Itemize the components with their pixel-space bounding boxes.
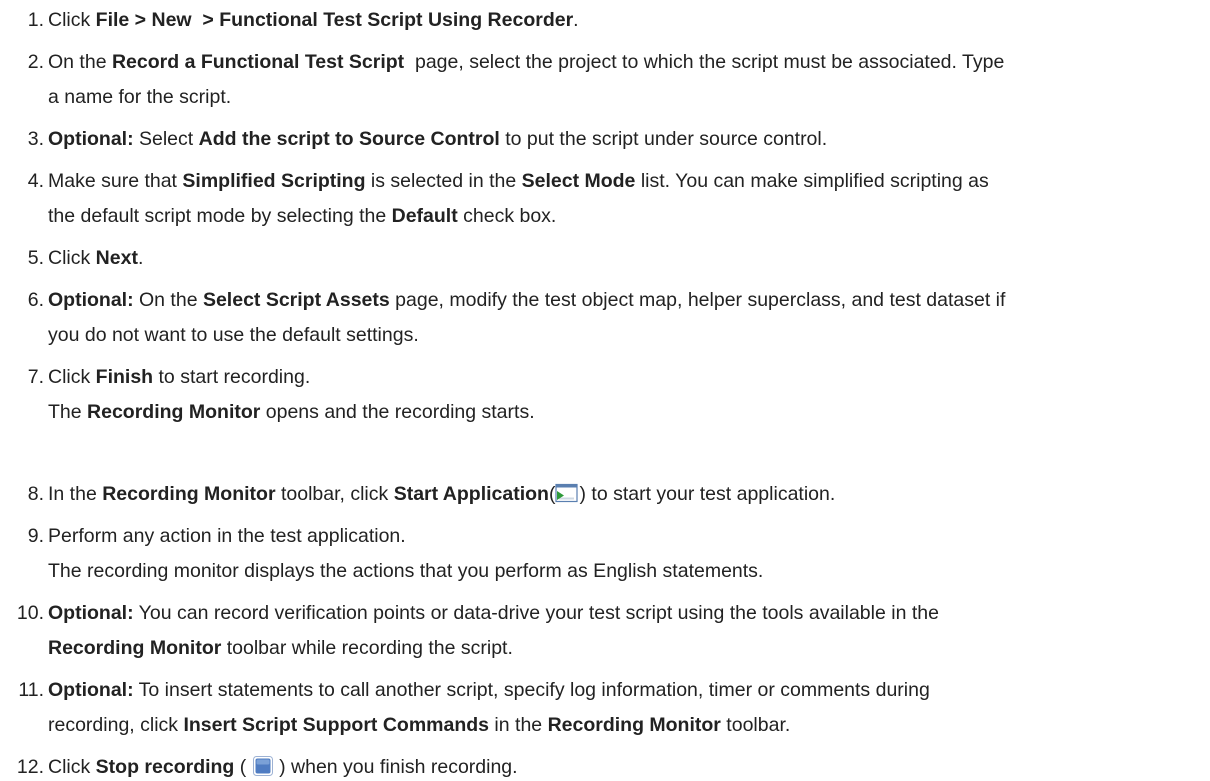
text-run: Select [133, 128, 199, 150]
bold-term: File > New > Functional Test Script Usin… [95, 9, 574, 31]
text-run: Make sure that [48, 170, 183, 192]
text-run: Click [48, 756, 96, 778]
step-text: Click Next. [48, 243, 143, 273]
step-number: 3. [27, 128, 44, 150]
step-text: recording, click Insert Script Support C… [48, 710, 790, 740]
text-run: Perform any action in the test applicati… [48, 525, 406, 547]
step-text: Optional: To insert statements to call a… [48, 675, 930, 705]
bold-term: Recording Monitor [87, 401, 261, 423]
text-run: ( [234, 756, 252, 778]
text-run: recording, click [48, 714, 184, 736]
text-run: To insert statements to call another scr… [133, 679, 930, 701]
text-run: to put the script under source control. [499, 128, 828, 150]
bold-term: Finish [95, 366, 154, 388]
bold-term: Optional: [48, 679, 134, 701]
start-application-icon [555, 483, 579, 504]
text-run: ) to start your test application. [579, 483, 836, 505]
step-text: Click Stop recording ( ) when you finish… [48, 752, 518, 781]
step-text: Click File > New > Functional Test Scrip… [48, 5, 579, 35]
text-run: toolbar, click [275, 483, 394, 505]
text-run: in the [489, 714, 548, 736]
step-number: 1. [27, 9, 44, 31]
step-number: 7. [27, 366, 44, 388]
bold-term: Simplified Scripting [182, 170, 366, 192]
text-run: On the [48, 51, 112, 73]
step-text: Click Finish to start recording. [48, 362, 310, 392]
text-run: . [137, 247, 144, 269]
text-run: page, modify the test object map, helper… [389, 289, 1006, 311]
text-run: toolbar. [720, 714, 791, 736]
bold-term: Recording Monitor [102, 483, 276, 505]
text-run: Click [48, 247, 96, 269]
step-text: the default script mode by selecting the… [48, 201, 556, 231]
step-text: The Recording Monitor opens and the reco… [48, 397, 535, 427]
text-run: Click [48, 9, 96, 31]
text-run: You can record verification points or da… [133, 602, 939, 624]
bold-term: Record a Functional Test Script [111, 51, 410, 73]
step-number: 8. [27, 483, 44, 505]
text-run: In the [48, 483, 103, 505]
bold-term: Optional: [48, 128, 134, 150]
step-number: 11. [18, 679, 44, 701]
bold-term: Recording Monitor [48, 637, 222, 659]
text-run: you do not want to use the default setti… [48, 324, 419, 346]
step-number: 9. [27, 525, 44, 547]
bold-term: Add the script to Source Control [198, 128, 500, 150]
bold-term: Optional: [48, 289, 134, 311]
instruction-list: 1. Click File > New > Functional Test Scr… [0, 0, 1210, 781]
step-text: Optional: On the Select Script Assets pa… [48, 285, 1005, 315]
stop-recording-icon [252, 755, 274, 777]
step-text: On the Record a Functional Test Script p… [48, 47, 1004, 77]
text-run: check box. [457, 205, 557, 227]
step-text: In the Recording Monitor toolbar, click … [48, 479, 835, 509]
bold-term: Start Application [393, 483, 549, 505]
text-run: list. You can make simplified scripting … [635, 170, 989, 192]
step-text: Optional: You can record verification po… [48, 598, 939, 628]
text-run: The [48, 401, 88, 423]
step-number: 2. [27, 51, 44, 73]
text-run: On the [133, 289, 203, 311]
text-run: is selected in the [365, 170, 522, 192]
text-run: opens and the recording starts. [260, 401, 535, 423]
bold-term: Select Mode [521, 170, 636, 192]
bold-term: Select Script Assets [202, 289, 390, 311]
bold-term: Optional: [48, 602, 134, 624]
step-number: 12. [16, 756, 44, 778]
step-text: The recording monitor displays the actio… [48, 556, 763, 586]
bold-term: Recording Monitor [547, 714, 721, 736]
text-run: ) when you finish recording. [273, 756, 518, 778]
bold-term: Next [95, 247, 138, 269]
text-run: The recording monitor displays the actio… [48, 560, 764, 582]
step-text: a name for the script. [48, 82, 231, 112]
step-text: Optional: Select Add the script to Sourc… [48, 124, 827, 154]
bold-term: Stop recording [95, 756, 235, 778]
text-run: the default script mode by selecting the [48, 205, 392, 227]
text-run: toolbar while recording the script. [221, 637, 513, 659]
text-run: . [573, 9, 579, 31]
text-run: to start recording. [153, 366, 311, 388]
step-number: 5. [27, 247, 44, 269]
step-text: Perform any action in the test applicati… [48, 521, 406, 551]
step-number: 4. [27, 170, 44, 192]
step-number: 10. [16, 602, 44, 624]
step-number: 6. [27, 289, 44, 311]
text-run: Click [48, 366, 96, 388]
bold-term: Insert Script Support Commands [183, 714, 490, 736]
bold-term: Default [391, 205, 458, 227]
text-run: a name for the script. [48, 86, 232, 108]
text-run: page, select the project to which the sc… [409, 51, 1005, 73]
step-text: Make sure that Simplified Scripting is s… [48, 166, 989, 196]
step-text: Recording Monitor toolbar while recordin… [48, 633, 513, 663]
step-text: you do not want to use the default setti… [48, 320, 419, 350]
